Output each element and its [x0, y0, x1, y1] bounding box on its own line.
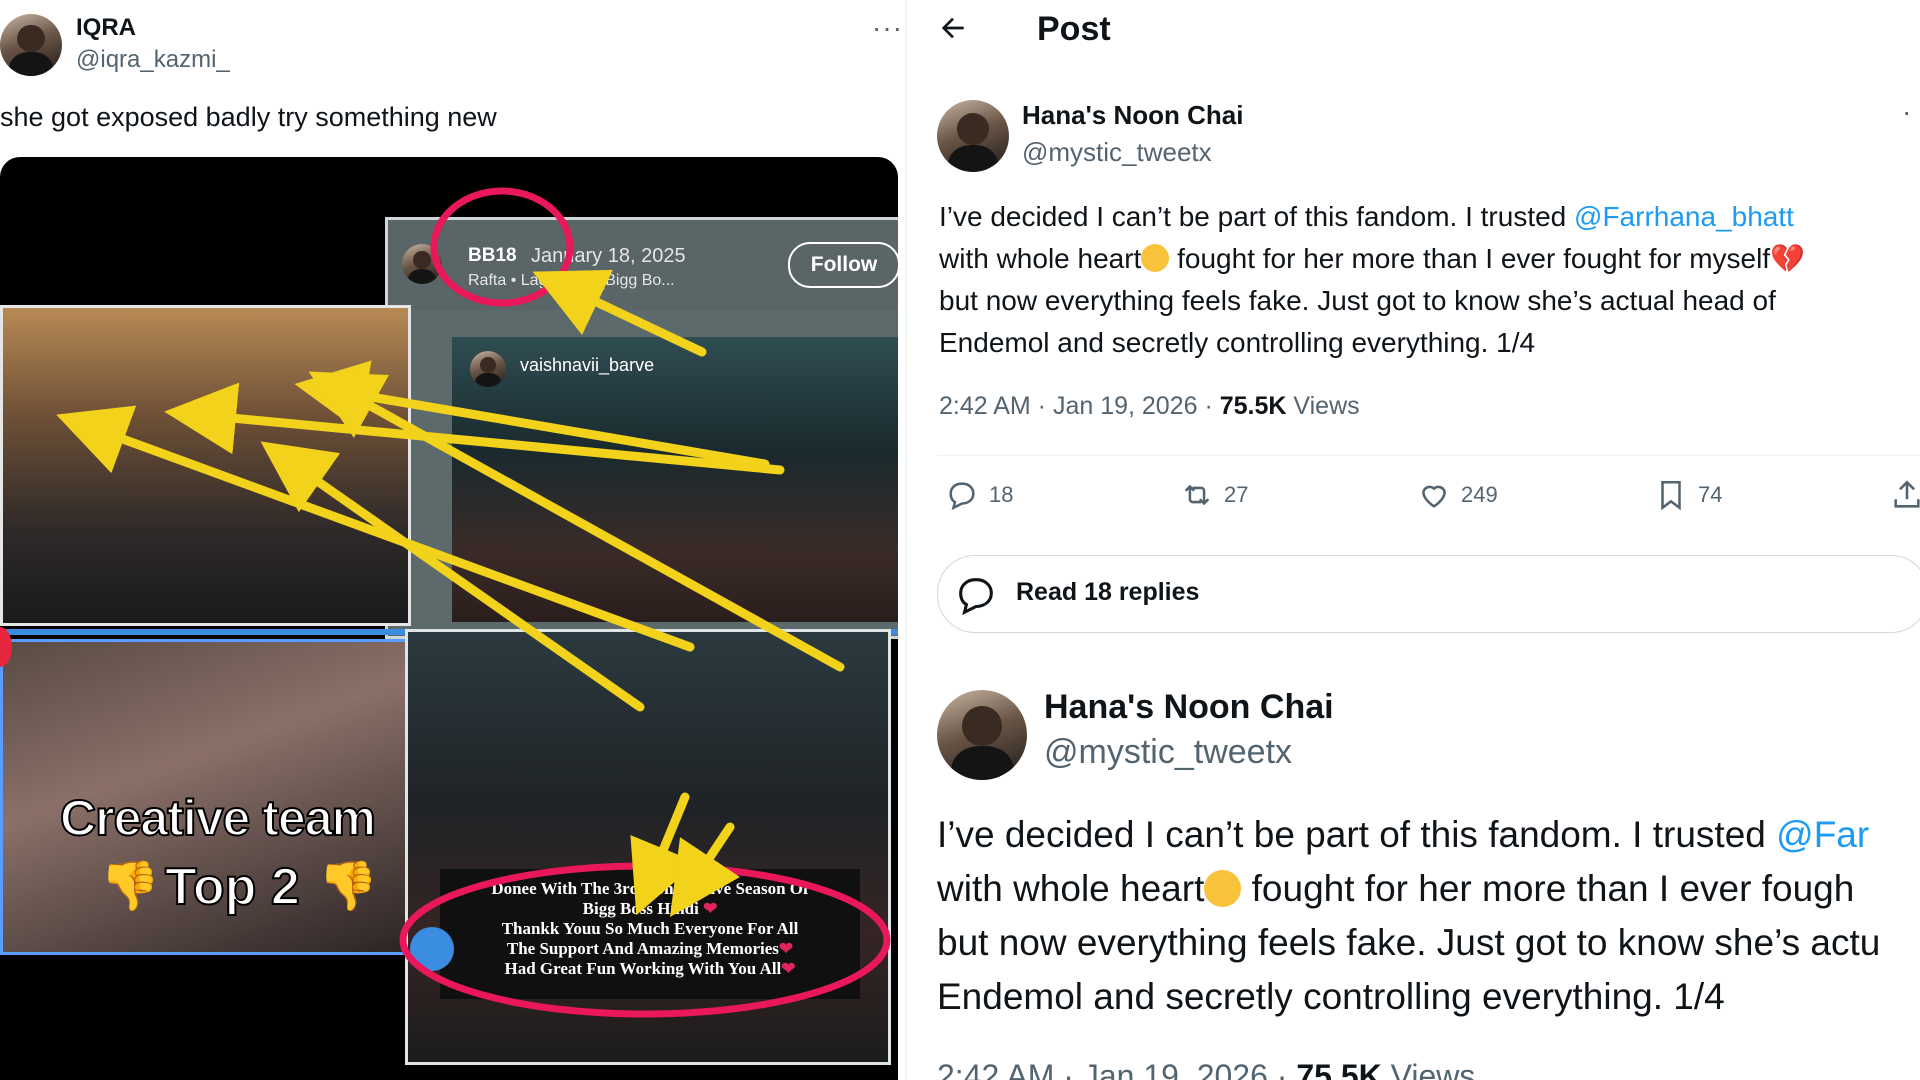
- replies-bubble-icon: [953, 572, 999, 623]
- body-line: but now everything feels fake. Just got …: [937, 922, 1881, 963]
- body-line: Endemol and secretly controlling everyth…: [939, 327, 1536, 358]
- repost-icon: [1184, 484, 1210, 506]
- bookmark-count: 74: [1698, 482, 1723, 507]
- body-text: I’ve decided I can’t be part of this fan…: [939, 201, 1575, 232]
- reply-count: 18: [989, 482, 1014, 507]
- body-text: with whole heart: [937, 868, 1205, 909]
- bookmark-icon: [1661, 480, 1681, 511]
- tweet-body-zoomed: I’ve decided I can’t be part of this fan…: [937, 808, 1920, 1024]
- annotation-overlay: [56, 187, 891, 1018]
- like-button[interactable]: 249: [1417, 478, 1498, 512]
- author-name[interactable]: IQRA: [76, 14, 136, 42]
- bookmark-button[interactable]: 74: [1654, 478, 1722, 512]
- back-arrow-icon[interactable]: [937, 12, 969, 52]
- arrow: [670, 822, 740, 917]
- tweet-meta-zoomed: 2:42 AM · Jan 19, 2026 · 75.5K Views: [937, 1058, 1475, 1080]
- author-handle[interactable]: @mystic_tweetx: [1022, 137, 1212, 168]
- body-text: fought for her more than I ever fough: [1241, 868, 1855, 909]
- highlight-circle-bb18: [430, 187, 574, 307]
- body-line: with whole heart fought for her more tha…: [937, 862, 1920, 916]
- broken-heart-icon: 💔: [1770, 243, 1805, 274]
- views-count: 75.5K: [1219, 392, 1287, 420]
- tweet-meta: 2:42 AM · Jan 19, 2026 · 75.5K Views: [939, 392, 1360, 421]
- read-replies-label: Read 18 replies: [1016, 578, 1200, 606]
- iqra-avatar[interactable]: [0, 14, 62, 76]
- share-icon: [1894, 480, 1920, 508]
- author-name[interactable]: Hana's Noon Chai: [1022, 100, 1243, 131]
- body-text: I’ve decided I can’t be part of this fan…: [937, 814, 1777, 855]
- body-line: but now everything feels fake. Just got …: [939, 285, 1776, 316]
- body-line: Endemol and secretly controlling everyth…: [937, 976, 1725, 1017]
- like-count: 249: [1461, 482, 1498, 507]
- views-label: Views: [1381, 1058, 1476, 1080]
- more-options-icon[interactable]: ·: [1902, 96, 1911, 128]
- author-name-zoomed[interactable]: Hana's Noon Chai: [1044, 688, 1334, 727]
- share-button[interactable]: [1890, 478, 1920, 512]
- more-options-icon[interactable]: ···: [872, 12, 903, 44]
- body-text: with whole heart: [939, 243, 1142, 274]
- page-title: Post: [1037, 10, 1111, 48]
- read-replies-button[interactable]: Read 18 replies: [937, 555, 1920, 633]
- repost-button[interactable]: 27: [1180, 478, 1248, 512]
- body-line: I’ve decided I can’t be part of this fan…: [939, 196, 1920, 238]
- tweet-text: she got exposed badly try something new: [0, 102, 497, 132]
- hana-avatar[interactable]: [937, 100, 1009, 172]
- arrow: [260, 441, 645, 712]
- right-post-panel: Post Hana's Noon Chai @mystic_tweetx · I…: [907, 0, 1920, 1080]
- repost-count: 27: [1224, 482, 1249, 507]
- hana-avatar-zoomed[interactable]: [937, 690, 1027, 780]
- tweet-body: I’ve decided I can’t be part of this fan…: [939, 196, 1920, 364]
- author-handle[interactable]: @iqra_kazmi_: [76, 46, 230, 74]
- pensive-emoji-icon: [1204, 869, 1242, 907]
- tweet-media-image[interactable]: BB18 January 18, 2025 Rafta • Lagi Bachi…: [0, 157, 898, 1080]
- heart-icon: [1422, 485, 1446, 508]
- author-handle-zoomed[interactable]: @mystic_tweetx: [1044, 733, 1292, 772]
- body-line: I’ve decided I can’t be part of this fan…: [937, 808, 1920, 862]
- body-text: fought for her more than I ever fought f…: [1169, 243, 1771, 274]
- pensive-emoji-icon: [1141, 244, 1170, 273]
- views-count: 75.5K: [1296, 1058, 1382, 1080]
- arrow: [532, 269, 707, 357]
- views-label: Views: [1286, 392, 1360, 420]
- reply-icon: [949, 482, 975, 511]
- arrow: [294, 360, 770, 469]
- body-line: with whole heart fought for her more tha…: [939, 238, 1920, 280]
- mention-link[interactable]: @Farrhana_bhatt: [1574, 201, 1794, 232]
- reply-button[interactable]: 18: [945, 478, 1013, 512]
- left-tweet-panel: IQRA @iqra_kazmi_ ··· she got exposed ba…: [0, 0, 905, 1080]
- divider: [937, 455, 1920, 456]
- highlight-circle-caption: [399, 862, 891, 1018]
- mention-link[interactable]: @Far: [1776, 814, 1869, 855]
- timestamp[interactable]: 2:42 AM · Jan 19, 2026 ·: [937, 1058, 1296, 1080]
- timestamp[interactable]: 2:42 AM · Jan 19, 2026 ·: [939, 392, 1220, 420]
